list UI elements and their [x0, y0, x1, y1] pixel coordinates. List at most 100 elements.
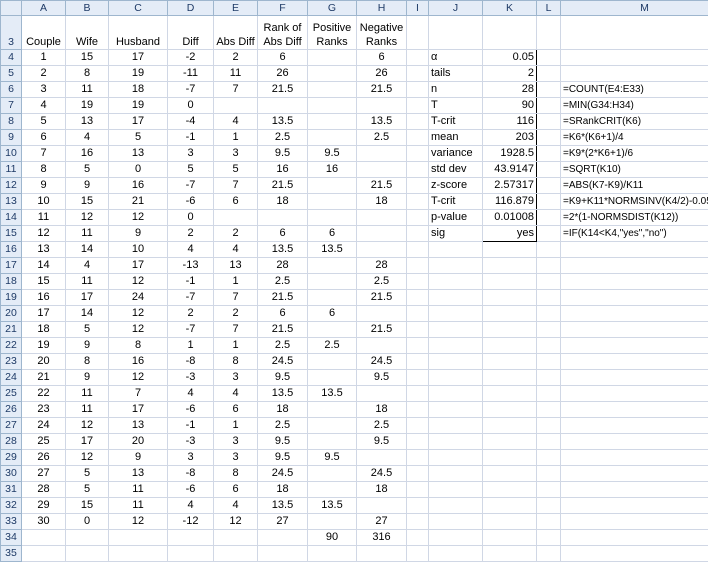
cell-stat-label[interactable] [429, 434, 483, 450]
cell-abs-diff[interactable]: 1 [214, 418, 258, 434]
cell-positive-rank[interactable] [308, 402, 357, 418]
cell-diff[interactable]: 1 [168, 338, 214, 354]
cell-husband[interactable]: 13 [109, 418, 168, 434]
cell-rank[interactable]: 13.5 [258, 242, 308, 258]
cell-abs-diff[interactable]: 2 [214, 306, 258, 322]
cell-stat-value[interactable] [483, 386, 537, 402]
cell-stat-label[interactable]: T-crit [429, 114, 483, 130]
cell-formula[interactable] [561, 498, 708, 514]
cell-col-l[interactable] [537, 402, 561, 418]
header-cell-rank-abs-diff[interactable]: Rank of Abs Diff [258, 16, 308, 50]
cell-negative-rank[interactable]: 21.5 [357, 82, 407, 98]
cell-formula[interactable] [561, 386, 708, 402]
cell-formula[interactable] [561, 530, 708, 546]
cell-col-i[interactable] [407, 354, 429, 370]
cell-col-i[interactable] [407, 226, 429, 242]
row-header[interactable]: 9 [1, 130, 22, 146]
cell-couple[interactable]: 27 [22, 466, 66, 482]
cell-stat-value[interactable] [483, 370, 537, 386]
cell-stat-value[interactable] [483, 242, 537, 258]
row-header[interactable]: 21 [1, 322, 22, 338]
cell-husband[interactable]: 13 [109, 466, 168, 482]
cell-wife[interactable] [66, 530, 109, 546]
cell-husband[interactable]: 17 [109, 402, 168, 418]
cell-abs-diff[interactable]: 1 [214, 274, 258, 290]
column-header-h[interactable]: H [357, 1, 407, 16]
cell-col-l[interactable] [537, 178, 561, 194]
row-header[interactable]: 10 [1, 146, 22, 162]
cell-husband[interactable]: 12 [109, 274, 168, 290]
cell-stat-value[interactable]: 43.9147 [483, 162, 537, 178]
cell-rank[interactable]: 13.5 [258, 498, 308, 514]
cell-col-l[interactable] [537, 66, 561, 82]
cell-diff[interactable]: -6 [168, 194, 214, 210]
row-header[interactable]: 35 [1, 546, 22, 562]
cell-wife[interactable]: 14 [66, 242, 109, 258]
cell-stat-value[interactable]: 0.01008 [483, 210, 537, 226]
cell-rank[interactable]: 6 [258, 50, 308, 66]
cell-negative-rank[interactable]: 21.5 [357, 322, 407, 338]
row-header[interactable]: 19 [1, 290, 22, 306]
column-header-j[interactable]: J [429, 1, 483, 16]
spreadsheet-grid[interactable]: A B C D E F G H I J K L M 3 Couple Wife … [0, 0, 708, 562]
cell-diff[interactable]: 0 [168, 98, 214, 114]
cell-negative-rank[interactable]: 13.5 [357, 114, 407, 130]
cell-couple[interactable]: 25 [22, 434, 66, 450]
cell-husband[interactable]: 18 [109, 82, 168, 98]
cell-positive-rank[interactable]: 6 [308, 226, 357, 242]
cell-diff[interactable]: -7 [168, 178, 214, 194]
cell-positive-rank[interactable]: 13.5 [308, 386, 357, 402]
cell-stat-label[interactable]: n [429, 82, 483, 98]
column-header-b[interactable]: B [66, 1, 109, 16]
cell-formula[interactable]: =IF(K14<K4,"yes","no") [561, 226, 708, 242]
cell-negative-rank[interactable] [357, 98, 407, 114]
cell-couple[interactable]: 3 [22, 82, 66, 98]
cell-stat-value[interactable] [483, 514, 537, 530]
cell-abs-diff[interactable]: 8 [214, 354, 258, 370]
cell-diff[interactable]: -13 [168, 258, 214, 274]
column-header-f[interactable]: F [258, 1, 308, 16]
cell-wife[interactable]: 11 [66, 82, 109, 98]
cell-couple[interactable]: 2 [22, 66, 66, 82]
cell-diff[interactable]: -7 [168, 290, 214, 306]
cell-col-l[interactable] [537, 98, 561, 114]
cell-positive-rank[interactable] [308, 434, 357, 450]
cell-col-l[interactable] [537, 530, 561, 546]
cell-col-l[interactable] [537, 322, 561, 338]
cell-positive-rank[interactable] [308, 370, 357, 386]
row-header[interactable]: 28 [1, 434, 22, 450]
cell-husband[interactable]: 11 [109, 498, 168, 514]
cell-formula[interactable]: =SRankCRIT(K6) [561, 114, 708, 130]
cell-col-l[interactable] [537, 338, 561, 354]
cell-col-i[interactable] [407, 210, 429, 226]
cell-wife[interactable]: 8 [66, 354, 109, 370]
cell-positive-rank[interactable]: 6 [308, 306, 357, 322]
cell-positive-rank[interactable] [308, 322, 357, 338]
cell-diff[interactable] [168, 530, 214, 546]
cell-couple[interactable]: 1 [22, 50, 66, 66]
cell-stat-value[interactable] [483, 306, 537, 322]
cell-abs-diff[interactable]: 7 [214, 82, 258, 98]
cell-rank[interactable]: 21.5 [258, 290, 308, 306]
cell-husband[interactable]: 8 [109, 338, 168, 354]
header-cell-l[interactable] [537, 16, 561, 50]
cell-negative-rank[interactable]: 28 [357, 258, 407, 274]
cell-abs-diff[interactable]: 7 [214, 322, 258, 338]
cell-positive-rank[interactable]: 16 [308, 162, 357, 178]
cell-rank[interactable]: 24.5 [258, 354, 308, 370]
cell-diff[interactable]: -1 [168, 418, 214, 434]
cell-negative-rank[interactable]: 21.5 [357, 178, 407, 194]
cell-formula[interactable] [561, 482, 708, 498]
cell-wife[interactable]: 4 [66, 130, 109, 146]
cell-abs-diff[interactable] [214, 98, 258, 114]
cell-husband[interactable]: 9 [109, 226, 168, 242]
cell-col-l[interactable] [537, 306, 561, 322]
cell-col-i[interactable] [407, 434, 429, 450]
cell-couple[interactable]: 19 [22, 338, 66, 354]
cell-abs-diff[interactable]: 8 [214, 466, 258, 482]
cell-stat-value[interactable] [483, 274, 537, 290]
cell-col-l[interactable] [537, 370, 561, 386]
row-header[interactable]: 31 [1, 482, 22, 498]
header-cell-m[interactable] [561, 16, 708, 50]
cell-diff[interactable]: 3 [168, 450, 214, 466]
